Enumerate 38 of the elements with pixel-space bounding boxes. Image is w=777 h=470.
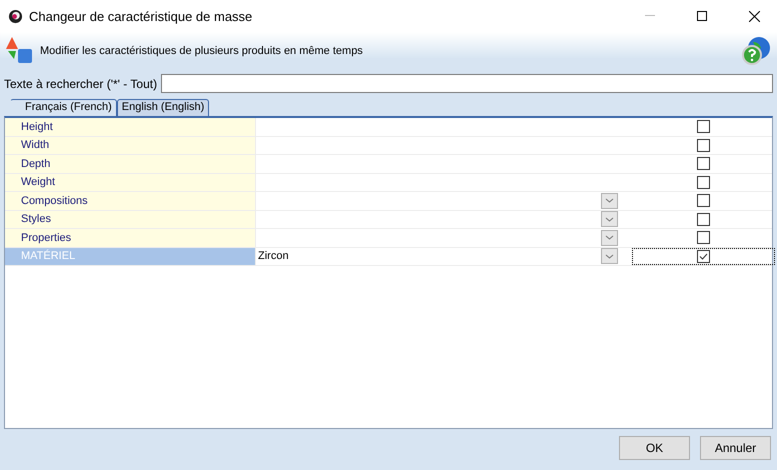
close-icon [748,10,760,22]
checkbox[interactable] [697,138,710,152]
checkbox[interactable] [697,194,710,208]
ok-button[interactable]: OK [619,436,690,460]
checkbox[interactable] [697,250,710,263]
property-name[interactable]: Width [5,136,256,154]
checkbox[interactable] [697,176,710,189]
checkbox[interactable] [697,120,710,134]
property-value: Zircon [258,250,289,262]
checkbox[interactable] [697,212,710,226]
checkbox[interactable] [697,157,710,170]
checkbox[interactable] [697,231,710,244]
property-name[interactable]: Height [5,118,256,136]
dropdown-button[interactable] [601,192,618,209]
language-tab[interactable]: English (English) [116,99,210,116]
header-text: Modifier les caractéristiques de plusieurs produits en même temps [40,45,364,57]
chevron-down-icon [605,198,614,204]
minimize-icon [645,15,655,17]
dropdown-button[interactable] [601,230,618,246]
search-label: Texte à rechercher ('*' - Tout) [4,76,158,90]
check-icon [699,252,708,260]
property-name[interactable]: Compositions [5,192,256,210]
chevron-down-icon [605,235,614,240]
chevron-down-icon [605,254,614,259]
app-icon [8,8,23,24]
dropdown-button[interactable] [601,248,618,264]
maximize-icon [697,11,707,21]
property-name[interactable]: Properties [5,229,256,246]
window-title: Changeur de caractéristique de masse [29,8,254,24]
property-name[interactable]: Depth [5,155,256,172]
help-icon[interactable] [741,36,771,66]
dropdown-button[interactable] [601,211,618,228]
property-name[interactable]: Styles [5,210,256,228]
cancel-button[interactable]: Annuler [700,436,771,460]
chevron-down-icon [605,216,614,222]
property-name[interactable]: Weight [5,174,256,191]
search-field[interactable] [161,74,773,93]
language-tab[interactable]: Français (French) [10,99,117,116]
